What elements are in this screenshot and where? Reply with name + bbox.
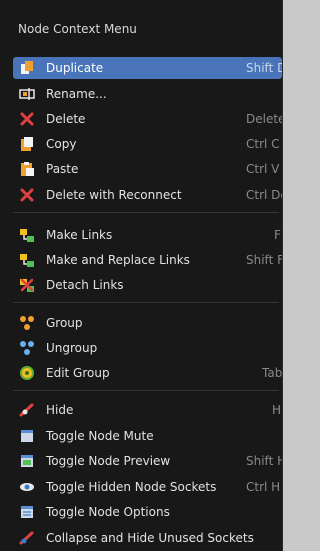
toggle-preview-icon [19,453,35,469]
menu-item-label: Toggle Node Preview [46,454,171,468]
menu-item-label: Paste [46,162,79,176]
menu-item-label: Collapse and Hide Unused Sockets [46,531,254,545]
duplicate-icon [19,60,35,76]
menu-title: Node Context Menu [18,22,137,36]
menu-item-label: Group [46,316,83,330]
menu-item-label: Toggle Node Options [46,505,170,519]
menu-item-label: Edit Group [46,366,110,380]
detach-links-icon [19,277,35,293]
paste-icon [19,161,35,177]
menu-item-label: Delete [46,112,86,126]
menu-item-shortcut: Ctrl V [246,162,280,176]
menu-item-shortcut: Ctrl C [246,137,280,151]
menu-item-shortcut: Shift D [246,61,283,75]
toggle-sockets-icon [19,479,35,495]
menu-item-label: Detach Links [46,278,124,292]
make-links-icon [19,227,35,243]
menu-item-toggle-node-options[interactable]: Toggle Node Options [13,501,282,523]
menu-item-label: Make and Replace Links [46,253,190,267]
menu-item-copy[interactable]: Copy Ctrl C [13,133,282,155]
menu-item-label: Toggle Hidden Node Sockets [46,480,217,494]
menu-item-shortcut: Tab [262,366,283,380]
menu-item-label: Rename... [46,87,107,101]
menu-item-toggle-hidden-sockets[interactable]: Toggle Hidden Node Sockets Ctrl H [13,476,282,498]
copy-icon [19,136,35,152]
menu-item-label: Toggle Node Mute [46,429,154,443]
separator [13,302,279,303]
separator [13,212,279,213]
menu-item-shortcut: Delete [246,112,283,126]
group-icon [19,315,35,331]
edit-group-icon [19,365,35,381]
menu-item-make-links[interactable]: Make Links F [13,224,282,246]
separator [13,390,279,391]
toggle-mute-icon [19,428,35,444]
menu-item-shortcut: Ctrl Delete [246,188,282,202]
hide-icon [19,402,35,418]
menu-item-shortcut: Shift F [246,253,283,267]
menu-item-label: Ungroup [46,341,98,355]
make-replace-links-icon [19,252,35,268]
menu-item-rename[interactable]: Rename... [13,83,282,105]
menu-item-delete[interactable]: Delete Delete [13,108,282,130]
menu-item-toggle-node-preview[interactable]: Toggle Node Preview Shift H [13,450,282,472]
menu-item-label: Hide [46,403,74,417]
menu-item-shortcut: Shift H [246,454,283,468]
menu-item-label: Delete with Reconnect [46,188,182,202]
menu-item-toggle-node-mute[interactable]: Toggle Node Mute [13,425,282,447]
menu-item-shortcut: H [272,403,282,417]
menu-item-detach-links[interactable]: Detach Links [13,274,282,296]
menu-item-make-replace-links[interactable]: Make and Replace Links Shift F [13,249,282,271]
menu-item-label: Make Links [46,228,113,242]
menu-item-edit-group[interactable]: Edit Group Tab [13,362,282,384]
delete-icon [19,111,35,127]
menu-item-label: Duplicate [46,61,104,75]
menu-item-delete-with-reconnect[interactable]: Delete with Reconnect Ctrl Delete [13,184,282,206]
menu-item-paste[interactable]: Paste Ctrl V [13,158,282,180]
menu-item-group[interactable]: Group [13,312,282,334]
menu-item-hide[interactable]: Hide H [13,399,282,421]
delete-reconnect-icon [19,187,35,203]
menu-item-label: Copy [46,137,77,151]
node-context-menu: Node Context Menu Duplicate Shift D Rena… [0,0,283,551]
menu-item-shortcut: Ctrl H [246,480,281,494]
collapse-sockets-icon [19,530,35,546]
menu-item-duplicate[interactable]: Duplicate Shift D [13,57,282,79]
menu-item-shortcut: F [274,228,281,242]
rename-icon [19,86,35,102]
menu-item-collapse-hide-sockets[interactable]: Collapse and Hide Unused Sockets [13,527,282,549]
toggle-options-icon [19,504,35,520]
ungroup-icon [19,340,35,356]
menu-item-ungroup[interactable]: Ungroup [13,337,282,359]
